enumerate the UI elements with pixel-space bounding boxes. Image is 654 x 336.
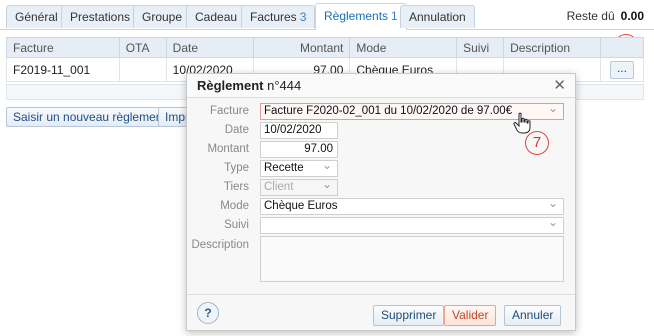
tiers-select: Client xyxy=(260,177,338,196)
help-icon[interactable]: ? xyxy=(197,302,219,324)
column-header-facture[interactable]: Facture xyxy=(6,37,120,58)
column-header-description[interactable]: Description xyxy=(503,37,601,58)
column-header-suivi[interactable]: Suivi xyxy=(456,37,505,58)
montant-field[interactable]: 97.00 xyxy=(260,141,338,158)
row-actions-button[interactable]: ... xyxy=(609,60,634,79)
cell-ota xyxy=(118,57,167,82)
date-label: Date xyxy=(224,124,249,136)
tab-bar: Général Prestations Groupe Cadeau Factur… xyxy=(0,0,654,30)
tab-count: 3 xyxy=(299,10,307,24)
balance-due: Reste dû 0.00 xyxy=(567,9,644,23)
type-select[interactable]: Recette xyxy=(260,158,338,177)
mode-select[interactable]: Chèque Euros xyxy=(260,196,564,215)
cell-facture: F2019-11_001 xyxy=(6,57,120,82)
tab-label: Groupe xyxy=(142,10,183,24)
table-header-row: Facture OTA Date Montant Mode Suivi Desc… xyxy=(6,37,645,58)
tab-general[interactable]: Général xyxy=(6,5,67,28)
mode-label: Mode xyxy=(220,200,249,212)
tab-label: Cadeau xyxy=(195,10,238,24)
tab-reglements[interactable]: Règlements 1 xyxy=(315,3,407,30)
hand-cursor-icon xyxy=(513,112,531,134)
tiers-label: Tiers xyxy=(223,181,249,193)
cell-actions: ... xyxy=(599,57,645,82)
tab-label: Prestations xyxy=(70,10,131,24)
balance-due-value: 0.00 xyxy=(620,9,644,23)
cancel-button[interactable]: Annuler xyxy=(504,305,562,326)
column-header-montant[interactable]: Montant xyxy=(252,37,351,58)
tab-label: Annulation xyxy=(409,10,466,24)
validate-button[interactable]: Valider xyxy=(444,305,497,326)
tab-count: 1 xyxy=(391,9,398,23)
tab-label: Factures xyxy=(250,10,297,24)
column-header-ota[interactable]: OTA xyxy=(118,37,167,58)
tab-prestations[interactable]: Prestations xyxy=(61,5,140,28)
new-payment-button[interactable]: Saisir un nouveau règlement xyxy=(6,107,173,127)
dialog-title: Règlement xyxy=(197,78,264,93)
tab-factures[interactable]: Factures 3 xyxy=(241,5,316,28)
facture-label: Facture xyxy=(210,105,249,117)
balance-due-label: Reste dû xyxy=(566,9,615,23)
delete-button[interactable]: Supprimer xyxy=(373,305,445,326)
date-field[interactable]: 10/02/2020 xyxy=(260,122,338,139)
tab-groupe[interactable]: Groupe xyxy=(133,5,192,28)
suivi-select[interactable] xyxy=(260,215,564,234)
tab-annulation[interactable]: Annulation xyxy=(400,5,475,28)
callout-7: 7 xyxy=(525,131,549,155)
column-header-date[interactable]: Date xyxy=(165,37,254,58)
close-icon[interactable]: ✕ xyxy=(553,74,566,97)
tab-label: Général xyxy=(15,10,58,24)
suivi-label: Suivi xyxy=(224,219,249,231)
tab-label: Règlements xyxy=(324,9,389,23)
type-label: Type xyxy=(224,162,249,174)
column-header-actions xyxy=(599,37,645,58)
dialog-number: n°444 xyxy=(267,78,302,93)
montant-label: Montant xyxy=(207,143,249,155)
dialog-header: Règlement n°444 ✕ xyxy=(187,74,575,98)
description-label: Description xyxy=(191,239,249,251)
dialog-footer-divider xyxy=(187,294,575,295)
description-textarea[interactable] xyxy=(260,236,564,282)
tab-cadeau[interactable]: Cadeau xyxy=(186,5,247,28)
column-header-mode[interactable]: Mode xyxy=(349,37,458,58)
